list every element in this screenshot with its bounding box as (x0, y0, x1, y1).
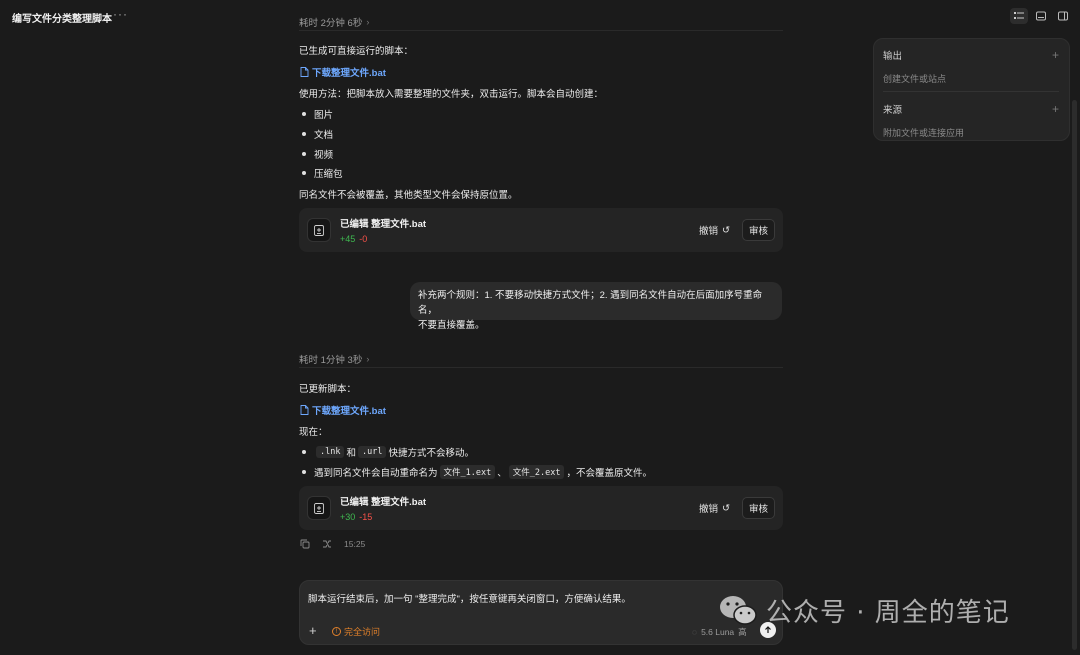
review-button[interactable]: 审核 (741, 219, 775, 241)
list-item: 文档 (302, 127, 333, 141)
alert-circle-icon: ! (332, 627, 341, 636)
attach-plus-button[interactable]: + (309, 623, 317, 638)
list-item: .lnk 和 .url 快捷方式不会移动。 (302, 445, 474, 459)
copy-icon[interactable] (300, 539, 310, 549)
code-snippet: .lnk (316, 446, 345, 458)
list-item: 遇到同名文件会自动重命名为 文件_1.ext 、 文件_2.ext ，不会覆盖原… (302, 465, 652, 479)
list-view-icon[interactable] (1010, 8, 1028, 24)
chevron-right-icon: › (366, 354, 370, 364)
code-snippet: 文件_2.ext (508, 465, 565, 479)
bullet-dot (302, 171, 306, 175)
chevron-right-icon: › (366, 17, 370, 27)
elapsed-time-toggle[interactable]: 耗时 2分钟 6秒 › (299, 15, 369, 29)
download-link[interactable]: 下载整理文件.bat (300, 65, 386, 79)
bullet-dot (302, 470, 306, 474)
response-intro: 已生成可直接运行的脚本： (299, 46, 414, 57)
elapsed-time-toggle[interactable]: 耗时 1分钟 3秒 › (299, 352, 369, 366)
message-composer[interactable]: 脚本运行结束后，加一句 "整理完成"，按任意键再关闭窗口，方便确认结果。 + !… (299, 580, 783, 645)
usage-text: 使用方法：把脚本放入需要整理的文件夹，双击运行。脚本会自动创建： (299, 89, 604, 100)
side-panel: 输出 + 创建文件或站点 来源 + 附加文件或连接应用 (873, 38, 1070, 141)
add-source-icon[interactable]: + (1052, 102, 1059, 116)
file-icon (300, 405, 309, 415)
conversation-title: 编写文件分类整理脚本 (12, 14, 112, 25)
source-subtitle[interactable]: 附加文件或连接应用 (883, 126, 1059, 139)
output-section: 输出 + 创建文件或站点 (883, 48, 1059, 85)
list-item-text: 图片 (314, 110, 334, 121)
file-edit-icon (307, 218, 331, 242)
edit-summary-card: 已编辑 整理文件.bat +30 -15 撤销 ↺ 审核 (299, 486, 783, 530)
side-panel-toggle-icon[interactable] (1054, 8, 1072, 24)
diff-stats: +45 -0 (340, 234, 426, 244)
response-intro: 已更新脚本： (299, 384, 357, 395)
file-edit-icon (307, 496, 331, 520)
text-fragment: 和 (346, 448, 356, 459)
edit-card-title: 已编辑 整理文件.bat (340, 219, 427, 230)
top-toolbar (1010, 8, 1072, 24)
message-time: 15:25 (344, 539, 366, 549)
wechat-logo-icon (718, 593, 758, 629)
code-snippet: .url (358, 446, 387, 458)
download-link-label: 下载整理文件.bat (312, 406, 386, 417)
loading-spinner-icon: ◌ (692, 627, 698, 637)
text-fragment: 快捷方式不会移动。 (388, 448, 474, 459)
lines-added: +30 (340, 512, 356, 522)
lines-removed: -0 (359, 234, 368, 244)
access-level-label: 完全访问 (344, 627, 381, 637)
source-title: 来源 (883, 105, 903, 116)
bullet-dot (302, 450, 306, 454)
diff-stats: +30 -15 (340, 512, 426, 522)
list-item: 图片 (302, 107, 333, 121)
divider (299, 30, 783, 31)
review-button[interactable]: 审核 (741, 497, 775, 519)
bullet-dot (302, 112, 306, 116)
message-meta: 15:25 (300, 539, 365, 549)
elapsed-time-label: 耗时 2分钟 6秒 (299, 18, 363, 29)
text-fragment: ，不会覆盖原文件。 (566, 468, 652, 479)
undo-icon: ↺ (722, 224, 730, 236)
user-message-line: 补充两个规则：1. 不要移动快捷方式文件；2. 遇到同名文件自动在后面加序号重命… (418, 290, 763, 316)
undo-button[interactable]: 撤销 ↺ (695, 498, 734, 518)
bullet-dot (302, 152, 306, 156)
undo-label: 撤销 (699, 504, 719, 515)
lines-added: +45 (340, 234, 356, 244)
user-message-line: 不要直接覆盖。 (418, 320, 485, 331)
list-item-text: 文档 (314, 130, 334, 141)
list-item-text: 视频 (314, 150, 334, 161)
watermark-text: 公众号 · 周全的笔记 (766, 598, 1010, 628)
file-icon (300, 67, 309, 77)
divider (299, 367, 783, 368)
source-section: 来源 + 附加文件或连接应用 (883, 102, 1059, 139)
output-title: 输出 (883, 51, 903, 62)
download-link-label: 下载整理文件.bat (312, 68, 386, 79)
undo-label: 撤销 (699, 226, 719, 237)
scrollbar[interactable] (1072, 100, 1077, 650)
download-link[interactable]: 下载整理文件.bat (300, 403, 386, 417)
terminal-panel-icon[interactable] (1032, 8, 1050, 24)
undo-icon: ↺ (722, 502, 730, 514)
list-item-text: 压缩包 (314, 169, 343, 180)
lines-removed: -15 (359, 512, 373, 522)
composer-input-text[interactable]: 脚本运行结束后，加一句 "整理完成"，按任意键再关闭窗口，方便确认结果。 (308, 591, 631, 605)
now-label: 现在： (299, 427, 328, 438)
edit-card-title: 已编辑 整理文件.bat (340, 497, 427, 508)
more-options-icon[interactable]: ··· (113, 7, 128, 21)
output-subtitle[interactable]: 创建文件或站点 (883, 72, 1059, 85)
text-fragment: 遇到同名文件会自动重命名为 (314, 468, 438, 479)
note-text: 同名文件不会被覆盖，其他类型文件会保持原位置。 (299, 190, 518, 201)
branch-icon[interactable] (322, 539, 332, 549)
edit-summary-card: 已编辑 整理文件.bat +45 -0 撤销 ↺ 审核 (299, 208, 783, 252)
add-output-icon[interactable]: + (1052, 48, 1059, 62)
divider (883, 91, 1059, 92)
elapsed-time-label: 耗时 1分钟 3秒 (299, 355, 363, 366)
list-item: 压缩包 (302, 166, 343, 180)
list-item: 视频 (302, 147, 333, 161)
user-message-bubble: 补充两个规则：1. 不要移动快捷方式文件；2. 遇到同名文件自动在后面加序号重命… (410, 282, 782, 331)
bullet-dot (302, 132, 306, 136)
text-fragment: 、 (497, 468, 507, 479)
access-level-button[interactable]: ! 完全访问 (332, 625, 380, 638)
undo-button[interactable]: 撤销 ↺ (695, 220, 734, 240)
code-snippet: 文件_1.ext (439, 465, 496, 479)
watermark: 公众号 · 周全的笔记 (718, 592, 1010, 629)
